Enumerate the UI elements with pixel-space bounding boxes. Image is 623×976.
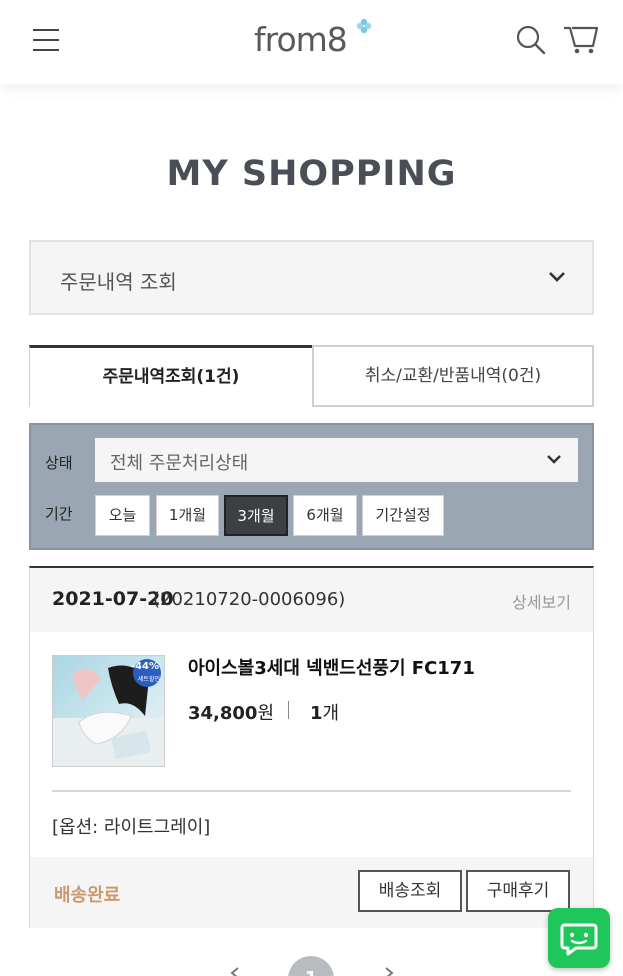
prev-page-icon[interactable] bbox=[228, 966, 242, 976]
filter-panel: 상태 전체 주문처리상태 기간 오늘 1개월 3개월 6개월 기간설정 bbox=[29, 423, 594, 550]
period-label: 기간 bbox=[45, 505, 73, 523]
order-header: 2021-07-20 (20210720-0006096) 상세보기 bbox=[30, 568, 593, 632]
status-label: 상태 bbox=[45, 454, 73, 472]
product-quantity: 1개 bbox=[310, 699, 339, 725]
product-price: 34,800원 bbox=[188, 699, 274, 725]
tab-cancel-exchange-return[interactable]: 취소/교환/반품내역(0건) bbox=[312, 345, 594, 407]
status-select-value: 전체 주문처리상태 bbox=[110, 453, 249, 474]
menu-select[interactable]: 주문내역 조회 bbox=[29, 240, 594, 315]
order-footer: 배송완료 배송조회 구매후기 bbox=[30, 857, 593, 928]
logo-flower-icon bbox=[356, 18, 372, 34]
product-thumbnail[interactable]: -44% 세트할인 bbox=[52, 655, 165, 767]
logo[interactable]: from8 bbox=[254, 18, 374, 60]
price-qty-separator bbox=[288, 701, 289, 719]
product-option: [옵션: 라이트그레이] bbox=[52, 817, 211, 838]
search-icon[interactable] bbox=[515, 24, 547, 56]
next-page-icon[interactable] bbox=[382, 966, 396, 976]
detail-link[interactable]: 상세보기 bbox=[512, 589, 571, 613]
qty-unit: 개 bbox=[322, 703, 340, 724]
discount-badge-text: -44% bbox=[130, 661, 159, 672]
tab-order-history-label: 주문내역조회(1건) bbox=[102, 367, 240, 387]
discount-badge-sub: 세트할인 bbox=[137, 676, 160, 683]
logo-text: from8 bbox=[254, 20, 348, 59]
cart-icon[interactable] bbox=[562, 22, 600, 56]
page-number-current[interactable]: 1 bbox=[288, 956, 334, 976]
chat-icon bbox=[560, 923, 598, 956]
track-shipment-button[interactable]: 배송조회 bbox=[358, 870, 462, 912]
product-name[interactable]: 아이스볼3세대 넥밴드선풍기 FC171 bbox=[188, 654, 475, 680]
menu-select-label: 주문내역 조회 bbox=[60, 270, 177, 294]
divider bbox=[52, 790, 571, 792]
status-select[interactable]: 전체 주문처리상태 bbox=[95, 438, 578, 482]
shipping-status: 배송완료 bbox=[54, 885, 121, 906]
header: from8 bbox=[0, 0, 623, 84]
order-card: 2021-07-20 (20210720-0006096) 상세보기 -44% … bbox=[29, 566, 594, 928]
hamburger-icon[interactable] bbox=[33, 27, 59, 53]
period-button-1month[interactable]: 1개월 bbox=[156, 495, 219, 536]
period-button-today[interactable]: 오늘 bbox=[95, 495, 150, 536]
chevron-down-icon bbox=[547, 455, 561, 464]
price-unit: 원 bbox=[257, 703, 275, 724]
period-button-3month[interactable]: 3개월 bbox=[224, 495, 288, 536]
order-number: (20210720-0006096) bbox=[153, 589, 346, 610]
tab-cancel-exchange-return-label: 취소/교환/반품내역(0건) bbox=[364, 366, 542, 386]
tab-order-history[interactable]: 주문내역조회(1건) bbox=[29, 345, 312, 407]
qty-value: 1 bbox=[310, 703, 323, 724]
chat-button[interactable] bbox=[548, 908, 610, 968]
period-button-custom[interactable]: 기간설정 bbox=[362, 495, 444, 536]
chevron-down-icon bbox=[549, 272, 565, 282]
write-review-button[interactable]: 구매후기 bbox=[466, 870, 570, 912]
price-value: 34,800 bbox=[188, 703, 258, 724]
page-title: MY SHOPPING bbox=[166, 154, 457, 194]
period-button-6month[interactable]: 6개월 bbox=[293, 495, 357, 536]
